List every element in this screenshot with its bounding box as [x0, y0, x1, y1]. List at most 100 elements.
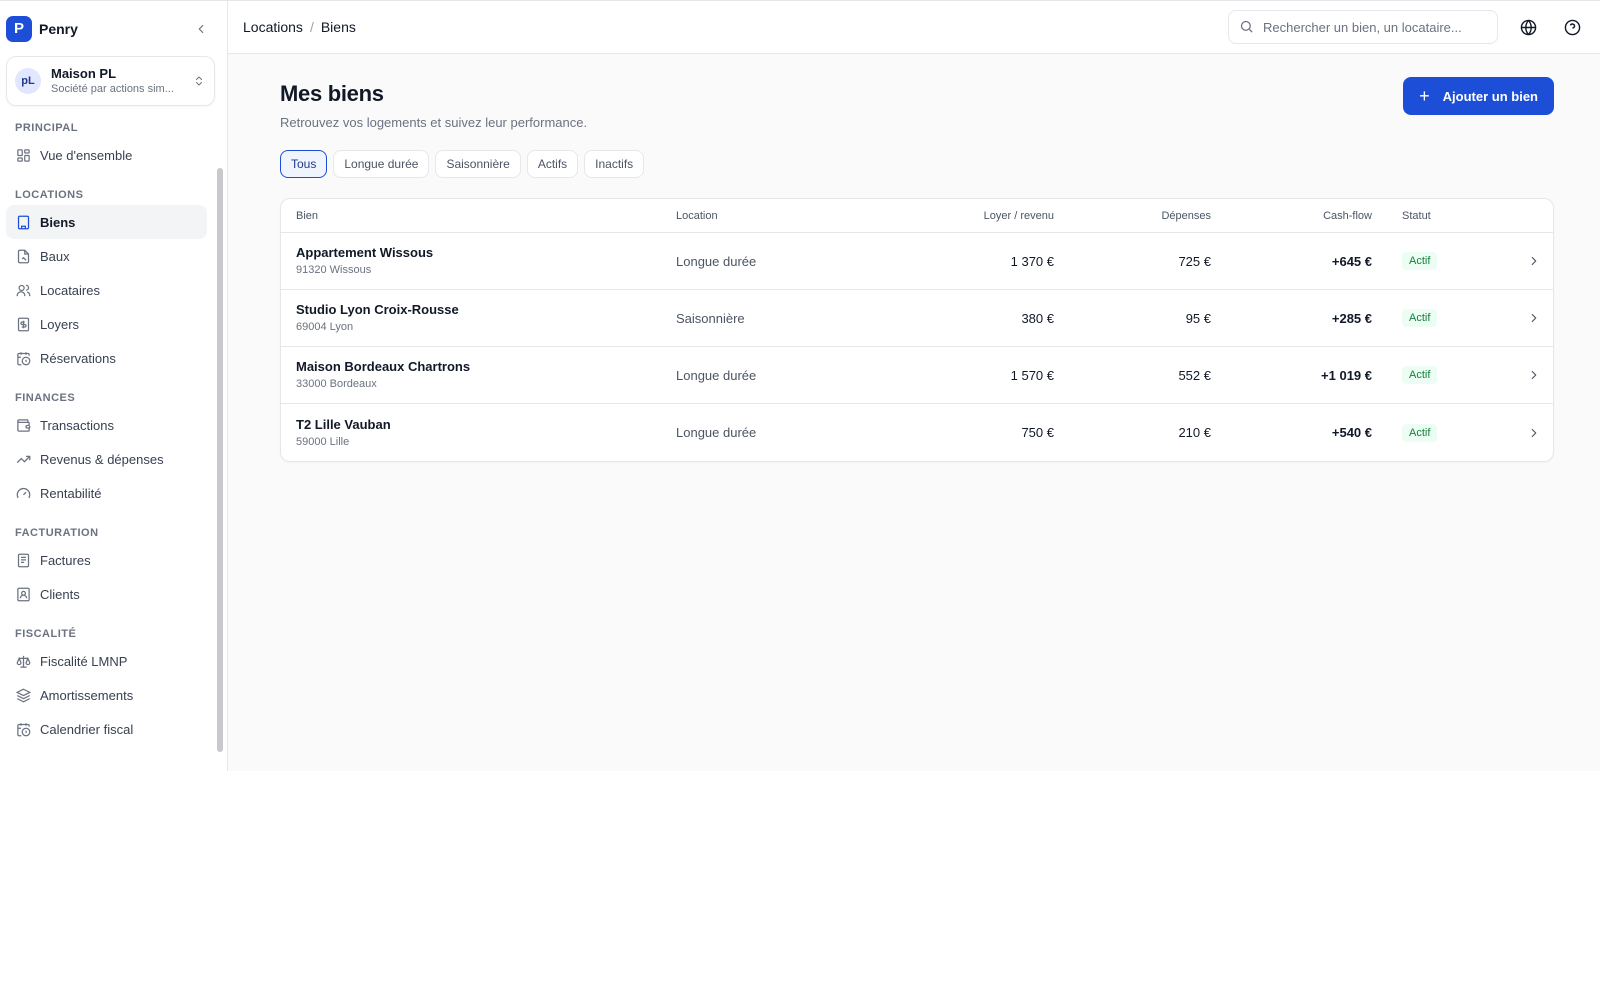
column-header-depenses: Dépenses	[1161, 209, 1211, 222]
app-shell: P Penry pL Maison PL Société par actions…	[0, 0, 1600, 771]
chevron-right-icon	[1531, 256, 1537, 266]
breadcrumb-locations[interactable]: Locations	[243, 19, 303, 35]
section-label-facturation: FACTURATION	[15, 527, 99, 539]
org-text: Maison PL Société par actions sim...	[51, 66, 192, 97]
property-address: 59000 Lille	[296, 435, 350, 448]
sidebar-item-transactions[interactable]: Transactions	[6, 408, 207, 442]
help-button[interactable]	[1558, 13, 1586, 41]
cell-depenses: 725 €	[1178, 253, 1211, 269]
org-type: Société par actions sim...	[51, 82, 174, 95]
chevron-right-icon	[1531, 428, 1537, 437]
filter-saisonniere[interactable]: Saisonnière	[435, 150, 521, 178]
sidebar-item-baux[interactable]: Baux	[6, 239, 207, 273]
chevron-right-icon	[1531, 370, 1537, 380]
sidebar-item-label: Biens	[40, 214, 76, 230]
property-name: Appartement Wissous	[296, 245, 434, 260]
sidebar-item-loyers[interactable]: Loyers	[6, 307, 207, 341]
page-title: Mes biens	[280, 81, 384, 106]
breadcrumb-biens: Biens	[320, 19, 356, 35]
sidebar-item-fiscalite-lmnp[interactable]: Fiscalité LMNP	[6, 644, 207, 678]
sidebar-item-label: Locataires	[40, 282, 100, 298]
sidebar-item-clients[interactable]: Clients	[6, 577, 207, 611]
row-open-button[interactable]	[1492, 311, 1553, 325]
table-row[interactable]: T2 Lille Vauban 59000 Lille Longue durée…	[281, 404, 1553, 461]
calendar-clock-icon	[15, 350, 31, 366]
cell-cashflow: +645 €	[1331, 253, 1372, 269]
sidebar-item-factures[interactable]: Factures	[6, 543, 207, 577]
filter-inactifs[interactable]: Inactifs	[584, 150, 645, 178]
users-icon	[15, 282, 31, 298]
filter-tous[interactable]: Tous	[280, 150, 328, 178]
filter-actifs[interactable]: Actifs	[526, 150, 579, 178]
filter-chips: Tous Longue durée Saisonnière Actifs Ina…	[280, 150, 1554, 178]
cell-loyer: 750 €	[1021, 425, 1054, 440]
status-badge: Actif	[1402, 423, 1438, 442]
property-address: 69004 Lyon	[296, 321, 354, 333]
brand-name: Penry	[39, 20, 78, 37]
main-area: Locations / Biens Mes biens Retrouvez vo…	[228, 1, 1600, 771]
search-box[interactable]	[1228, 10, 1498, 44]
section-label-principal: PRINCIPAL	[15, 122, 78, 134]
search-input[interactable]	[1263, 19, 1483, 35]
property-address: 33000 Bordeaux	[296, 378, 377, 390]
column-header-location: Location	[676, 209, 718, 222]
sidebar-scrollbar[interactable]	[217, 168, 223, 752]
sidebar-item-label: Rentabilité	[40, 485, 102, 501]
section-label-fiscalite: FISCALITÉ	[15, 628, 77, 640]
add-property-label: Ajouter un bien	[1442, 88, 1538, 104]
sidebar-item-biens[interactable]: Biens	[6, 205, 207, 239]
sidebar-item-label: Baux	[40, 248, 70, 264]
cell-bien: Appartement Wissous 91320 Wissous	[281, 244, 676, 278]
sidebar-item-label: Vue d'ensemble	[40, 147, 133, 163]
contact-icon	[15, 586, 31, 602]
table-row[interactable]: Studio Lyon Croix-Rousse 69004 Lyon Sais…	[281, 290, 1553, 347]
table-row[interactable]: Appartement Wissous 91320 Wissous Longue…	[281, 233, 1553, 290]
sidebar-item-revenus-depenses[interactable]: Revenus & dépenses	[6, 442, 207, 476]
cell-location: Saisonnière	[676, 310, 745, 326]
property-name: Studio Lyon Croix-Rousse	[296, 302, 459, 317]
sidebar-item-calendrier-fiscal[interactable]: Calendrier fiscal	[6, 712, 207, 746]
org-switcher[interactable]: pL Maison PL Société par actions sim...	[6, 56, 215, 106]
breadcrumb: Locations / Biens	[243, 19, 1228, 35]
sidebar-item-rentabilite[interactable]: Rentabilité	[6, 476, 207, 510]
cell-bien: T2 Lille Vauban 59000 Lille	[281, 416, 676, 450]
sidebar-item-label: Revenus & dépenses	[40, 451, 164, 467]
wallet-icon	[15, 417, 31, 433]
page-subtitle: Retrouvez vos logements et suivez leur p…	[280, 115, 588, 130]
cell-loyer: 380 €	[1021, 310, 1054, 326]
org-name: Maison PL	[51, 65, 117, 81]
row-open-button[interactable]	[1492, 368, 1553, 382]
row-open-button[interactable]	[1492, 254, 1553, 268]
collapse-sidebar-button[interactable]	[191, 19, 211, 39]
properties-table: Bien Location Loyer / revenu Dépenses Ca…	[280, 198, 1554, 462]
sidebar-item-locataires[interactable]: Locataires	[6, 273, 207, 307]
contract-icon	[15, 248, 31, 264]
column-header-cashflow: Cash-flow	[1323, 209, 1372, 222]
layers-icon	[15, 687, 31, 703]
chevron-right-icon	[1531, 313, 1537, 323]
add-property-button[interactable]: + Ajouter un bien	[1403, 77, 1554, 115]
trending-up-icon	[15, 451, 31, 467]
brand-header: P Penry	[0, 1, 227, 56]
cell-statut: Actif	[1372, 309, 1492, 327]
property-name: Maison Bordeaux Chartrons	[296, 359, 471, 374]
sidebar: P Penry pL Maison PL Société par actions…	[0, 1, 228, 771]
help-circle-icon	[1564, 19, 1580, 35]
filter-longue-duree[interactable]: Longue durée	[333, 150, 430, 178]
brand-logo: P	[6, 15, 32, 42]
sidebar-item-label: Amortissements	[40, 687, 134, 703]
cell-cashflow: +1 019 €	[1321, 367, 1372, 383]
cell-depenses: 210 €	[1178, 425, 1211, 440]
chevron-left-icon	[198, 24, 204, 33]
row-open-button[interactable]	[1492, 426, 1553, 440]
sidebar-item-label: Fiscalité LMNP	[40, 653, 128, 669]
sidebar-item-amortissements[interactable]: Amortissements	[6, 678, 207, 712]
sidebar-item-reservations[interactable]: Réservations	[6, 341, 207, 375]
table-row[interactable]: Maison Bordeaux Chartrons 33000 Bordeaux…	[281, 347, 1553, 404]
cell-location: Longue durée	[676, 253, 757, 269]
cell-loyer: 1 570 €	[1010, 367, 1054, 383]
language-button[interactable]	[1514, 13, 1542, 41]
sidebar-nav: PRINCIPAL Vue d'ensemble LOCATIONS Biens…	[0, 106, 227, 766]
sidebar-item-vue-ensemble[interactable]: Vue d'ensemble	[6, 138, 207, 172]
search-icon	[1239, 19, 1255, 35]
